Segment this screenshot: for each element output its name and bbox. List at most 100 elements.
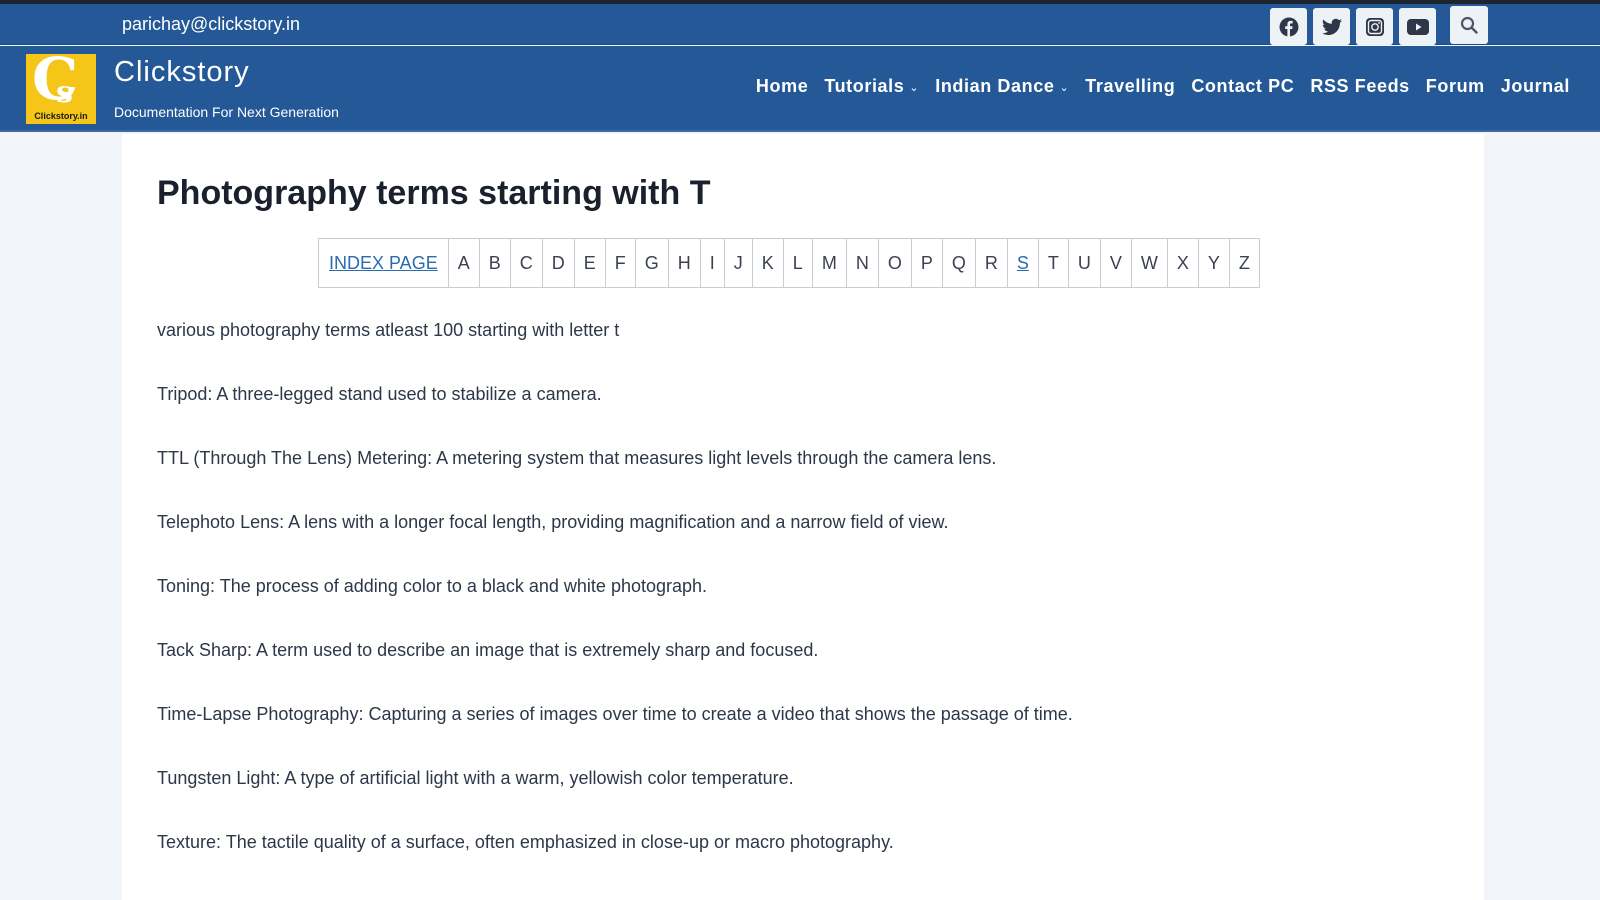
letter-link-f[interactable]: F [615, 253, 626, 273]
instagram-button[interactable] [1356, 8, 1393, 45]
nav-item-contact-pc[interactable]: Contact PC [1183, 76, 1302, 97]
letter-cell-v: V [1099, 238, 1132, 288]
letter-link-i[interactable]: I [710, 253, 715, 273]
letter-link-b[interactable]: B [489, 253, 501, 273]
letter-cell-x: X [1166, 238, 1199, 288]
letter-cell-q: Q [941, 238, 976, 288]
nav-label: Indian Dance [935, 76, 1055, 96]
search-icon [1460, 16, 1478, 34]
page-title: Photography terms starting with T [157, 174, 711, 212]
letter-cell-r: R [974, 238, 1008, 288]
letter-cell-s: S [1006, 238, 1039, 288]
letter-cell-t: T [1037, 238, 1069, 288]
term-item: Telephoto Lens: A lens with a longer foc… [157, 512, 949, 532]
instagram-icon [1365, 17, 1384, 36]
letter-cell-z: Z [1228, 238, 1260, 288]
letter-link-n[interactable]: N [856, 253, 869, 273]
index-page-cell: INDEX PAGE [318, 238, 449, 288]
term-item: Tack Sharp: A term used to describe an i… [157, 640, 819, 660]
nav-item-home[interactable]: Home [748, 76, 816, 97]
letter-link-x[interactable]: X [1177, 253, 1189, 273]
nav-label: Journal [1500, 76, 1570, 96]
letter-cell-l: L [782, 238, 813, 288]
letter-link-y[interactable]: Y [1208, 253, 1220, 273]
letter-link-a[interactable]: A [458, 253, 470, 273]
letter-cell-c: C [509, 238, 543, 288]
nav-item-tutorials[interactable]: Tutorials ⌄ [816, 76, 927, 97]
chevron-down-icon: ⌄ [909, 82, 920, 94]
top-bar: parichay@clickstory.in [0, 4, 1600, 45]
chevron-down-icon: ⌄ [1059, 82, 1070, 94]
term-item: TTL (Through The Lens) Metering: A meter… [157, 448, 997, 468]
content-area: Photography terms starting with T INDEX … [122, 134, 1484, 900]
letter-cell-i: I [699, 238, 725, 288]
letter-link-c[interactable]: C [520, 253, 533, 273]
letter-link-k[interactable]: K [762, 253, 774, 273]
letter-link-p[interactable]: P [921, 253, 933, 273]
alphabet-index: INDEX PAGE ABCDEFGHIJKLMNOPQRSTUVWXYZ [318, 238, 1260, 288]
nav-label: Tutorials [824, 76, 905, 96]
letter-link-g[interactable]: G [645, 253, 659, 273]
logo-letter-s: s [56, 75, 73, 110]
letter-link-v[interactable]: V [1110, 253, 1122, 273]
term-item: Texture: The tactile quality of a surfac… [157, 832, 894, 852]
search-button[interactable] [1450, 6, 1488, 44]
nav-item-travelling[interactable]: Travelling [1077, 76, 1183, 97]
nav-item-journal[interactable]: Journal [1493, 76, 1578, 97]
alphabet-index-row: INDEX PAGE ABCDEFGHIJKLMNOPQRSTUVWXYZ [318, 238, 1260, 288]
twitter-icon [1321, 18, 1342, 35]
letter-cell-k: K [751, 238, 784, 288]
letter-cell-h: H [667, 238, 701, 288]
term-item: Tungsten Light: A type of artificial lig… [157, 768, 794, 788]
letter-cell-j: J [723, 238, 753, 288]
youtube-button[interactable] [1399, 8, 1436, 45]
twitter-button[interactable] [1313, 8, 1350, 45]
letter-link-e[interactable]: E [584, 253, 596, 273]
site-logo[interactable]: C s Clickstory.in [26, 54, 96, 124]
letter-link-d[interactable]: D [552, 253, 565, 273]
nav-label: Forum [1425, 76, 1485, 96]
letter-link-l[interactable]: L [793, 253, 803, 273]
index-page-link[interactable]: INDEX PAGE [329, 253, 438, 273]
logo-text: Clickstory.in [34, 111, 88, 121]
letter-link-s[interactable]: S [1017, 253, 1029, 273]
nav-item-forum[interactable]: Forum [1418, 76, 1493, 97]
letter-link-m[interactable]: M [822, 253, 837, 273]
nav-label: Home [755, 76, 809, 96]
term-item: Tripod: A three-legged stand used to sta… [157, 384, 602, 404]
letter-cell-u: U [1067, 238, 1101, 288]
nav-label: Travelling [1085, 76, 1176, 96]
site-header: C s Clickstory.in Clickstory Documentati… [0, 46, 1600, 132]
letter-link-r[interactable]: R [985, 253, 998, 273]
youtube-icon [1406, 18, 1429, 35]
site-title[interactable]: Clickstory [114, 56, 250, 89]
letter-link-q[interactable]: Q [952, 253, 966, 273]
letter-cell-b: B [478, 238, 511, 288]
letter-cell-m: M [811, 238, 847, 288]
facebook-button[interactable] [1270, 8, 1307, 45]
letter-cell-g: G [634, 238, 669, 288]
intro-text: various photography terms atleast 100 st… [157, 320, 620, 340]
term-item: Time-Lapse Photography: Capturing a seri… [157, 704, 1073, 724]
social-links [1270, 6, 1488, 45]
facebook-icon [1279, 17, 1298, 37]
letter-link-o[interactable]: O [888, 253, 902, 273]
letter-link-z[interactable]: Z [1239, 253, 1250, 273]
nav-item-rss-feeds[interactable]: RSS Feeds [1302, 76, 1417, 97]
letter-link-h[interactable]: H [678, 253, 691, 273]
nav-item-indian-dance[interactable]: Indian Dance ⌄ [927, 76, 1077, 97]
nav-label: RSS Feeds [1310, 76, 1410, 96]
main-nav: Home Tutorials ⌄ Indian Dance ⌄ Travelling… [748, 76, 1578, 97]
letter-cell-f: F [604, 238, 636, 288]
nav-label: Contact PC [1191, 76, 1295, 96]
email-link[interactable]: parichay@clickstory.in [122, 14, 300, 35]
site-tagline: Documentation For Next Generation [114, 104, 339, 120]
letter-link-j[interactable]: J [734, 253, 743, 273]
letter-link-u[interactable]: U [1078, 253, 1091, 273]
letter-cell-n: N [845, 238, 879, 288]
letter-cell-o: O [877, 238, 912, 288]
letter-link-t[interactable]: T [1048, 253, 1059, 273]
letter-cell-a: A [447, 238, 480, 288]
letter-link-w[interactable]: W [1141, 253, 1158, 273]
letter-cell-d: D [541, 238, 575, 288]
